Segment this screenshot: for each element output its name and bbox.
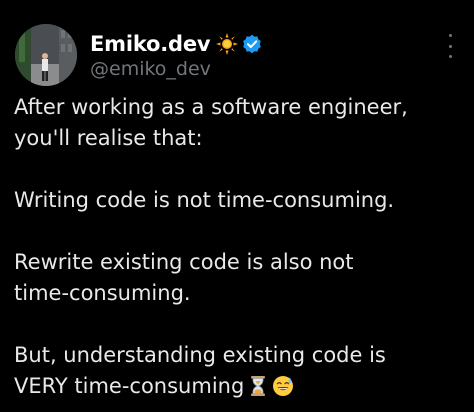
more-options-button[interactable] [444, 34, 456, 58]
post-line: time-consuming. [14, 281, 191, 305]
post-line: But, understanding existing code is [14, 343, 386, 367]
post-line-last: VERY time-consuming [14, 371, 464, 402]
avatar[interactable] [15, 24, 77, 86]
author-display-name[interactable]: Emiko.dev [90, 32, 211, 56]
verified-badge-icon[interactable] [242, 34, 262, 54]
post-text: After working as a software engineer, yo… [14, 92, 464, 402]
sun-emoji-icon [216, 33, 239, 55]
avatar-photo [15, 24, 77, 86]
author-name-row[interactable]: Emiko.dev [90, 30, 262, 58]
post-line: you'll realise that: [14, 126, 203, 150]
post-line: Writing code is not time-consuming. [14, 188, 395, 212]
post-line-text: VERY time-consuming [14, 374, 245, 398]
more-dot-icon [448, 55, 452, 58]
tweet: Emiko.dev @emiko_dev After working as a … [0, 0, 474, 412]
post-line: Rewrite existing code is also not [14, 250, 354, 274]
post-line: After working as a software engineer, [14, 95, 408, 119]
sweat-smile-emoji-icon [272, 375, 294, 397]
more-dot-icon [448, 44, 452, 48]
more-dot-icon [448, 34, 452, 37]
author-handle[interactable]: @emiko_dev [90, 58, 211, 80]
hourglass-emoji-icon [247, 375, 269, 397]
